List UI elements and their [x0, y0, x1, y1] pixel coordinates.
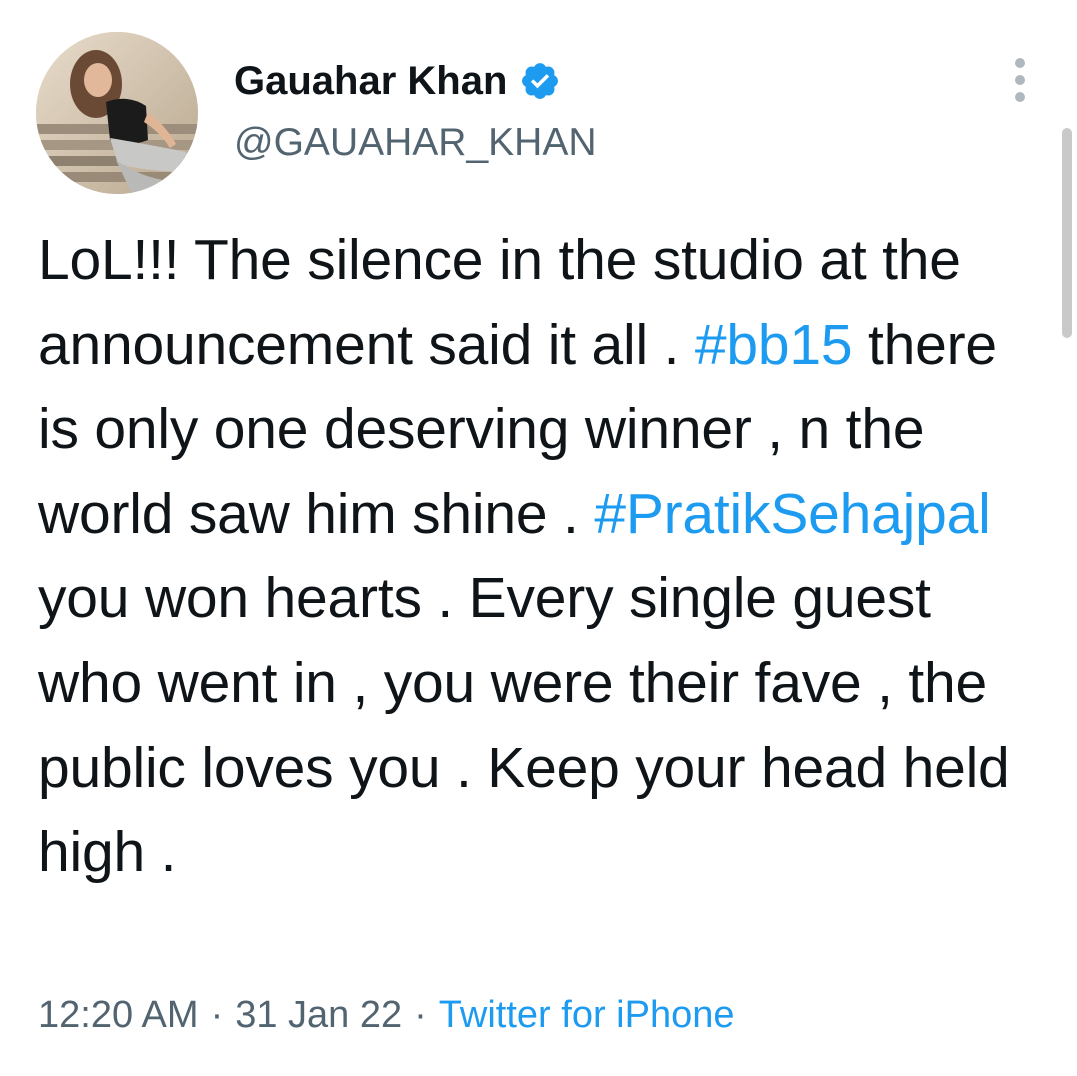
tweet-meta: 12:20 AM · 31 Jan 22 · Twitter for iPhon… [38, 994, 734, 1037]
more-dot [1015, 75, 1025, 85]
avatar[interactable] [36, 32, 198, 194]
verified-badge-icon [519, 60, 561, 102]
scrollbar[interactable] [1062, 128, 1072, 338]
user-handle[interactable]: @GAUAHAR_KHAN [234, 121, 597, 165]
tweet-date[interactable]: 31 Jan 22 [235, 994, 402, 1037]
more-dot [1015, 92, 1025, 102]
tweet-source-link[interactable]: Twitter for iPhone [439, 994, 735, 1037]
more-vertical-icon[interactable] [1006, 58, 1034, 102]
tweet-time[interactable]: 12:20 AM [38, 994, 199, 1037]
more-dot [1015, 58, 1025, 68]
tweet-text: LoL!!! The silence in the studio at the … [38, 218, 1048, 895]
meta-separator: · [210, 994, 224, 1036]
avatar-image [36, 32, 198, 194]
user-name-row[interactable]: Gauahar Khan [234, 56, 561, 106]
display-name[interactable]: Gauahar Khan [234, 59, 507, 104]
tweet-card: Gauahar Khan @GAUAHAR_KHAN LoL!!! The si… [0, 0, 1077, 1076]
hashtag-link[interactable]: #bb15 [695, 313, 853, 377]
hashtag-link[interactable]: #PratikSehajpal [594, 482, 990, 546]
meta-separator: · [414, 994, 427, 1036]
